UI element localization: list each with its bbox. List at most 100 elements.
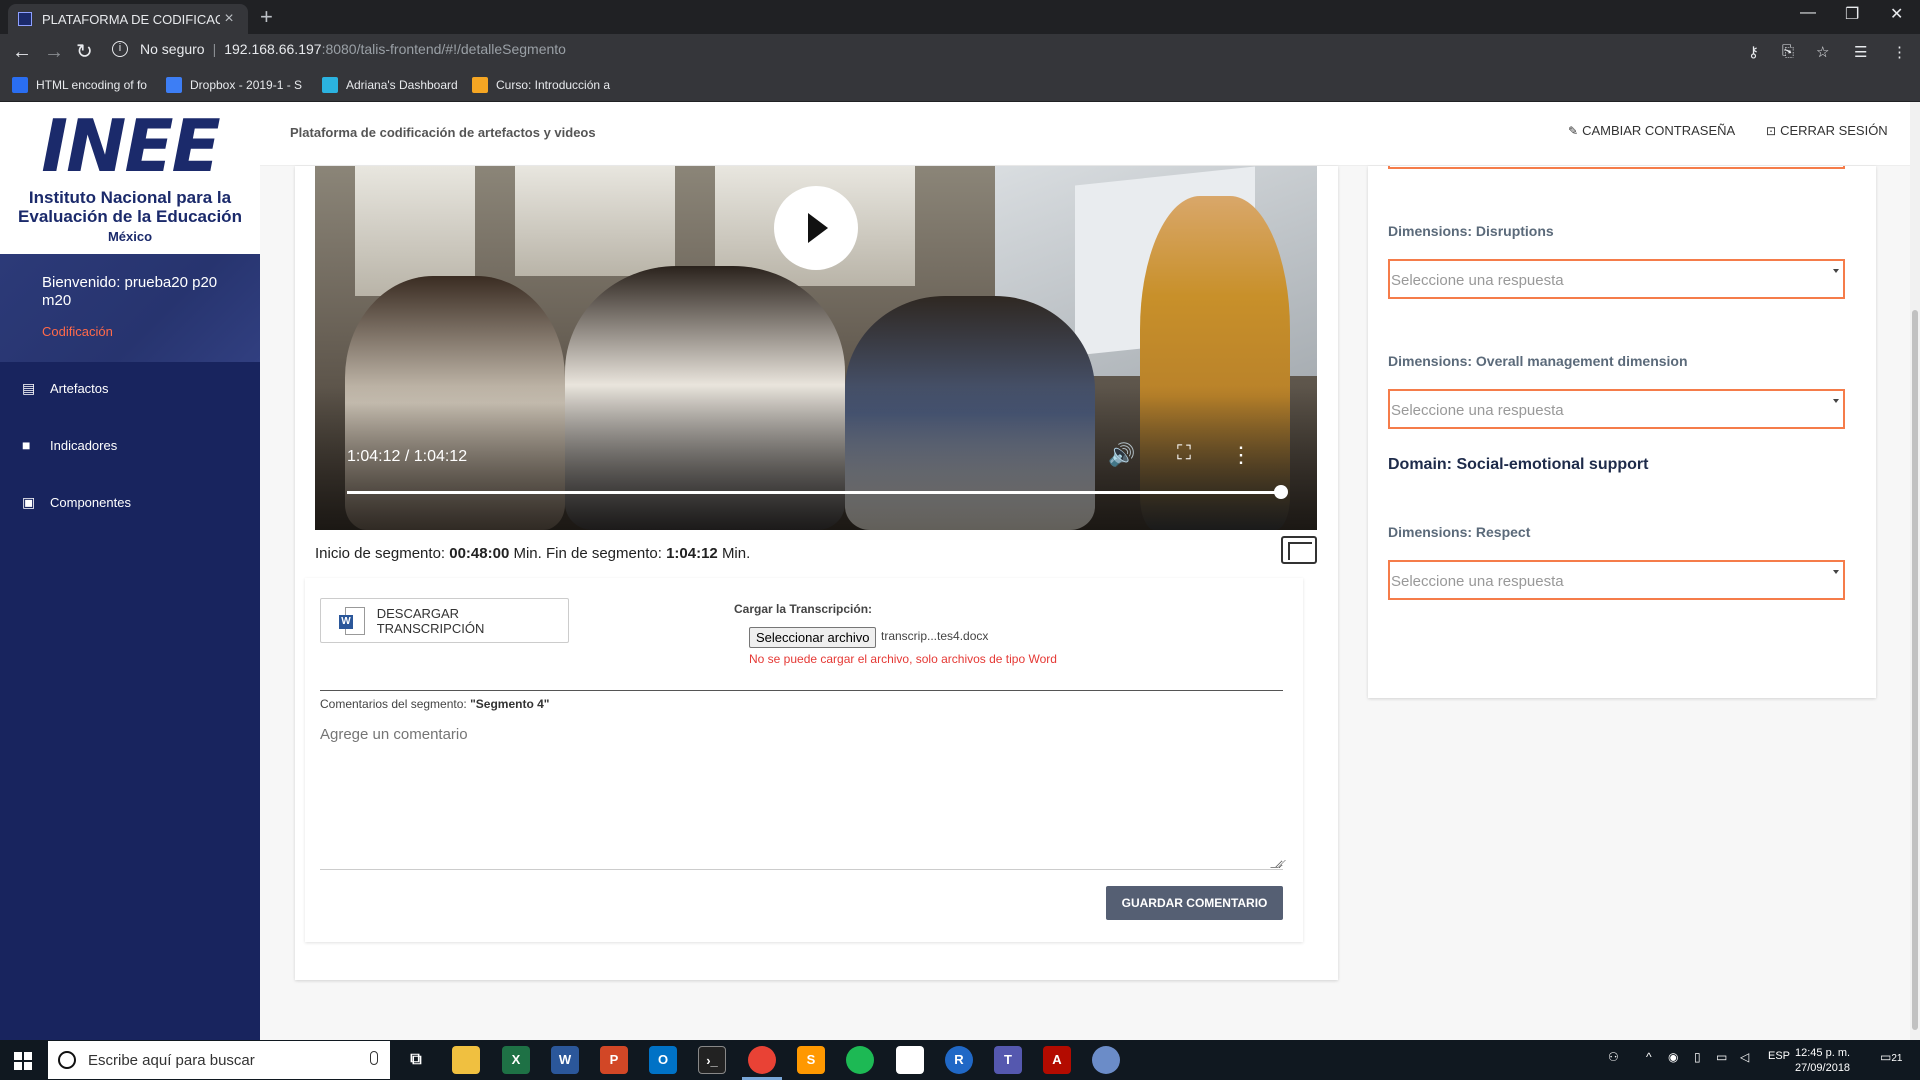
security-label: No seguro — [140, 41, 205, 57]
video-progress-bar[interactable] — [347, 491, 1280, 494]
forward-icon[interactable]: → — [44, 41, 64, 63]
course-icon — [472, 77, 488, 93]
taskbar-search[interactable]: Escribe aquí para buscar — [48, 1041, 390, 1079]
network-icon[interactable]: ▭ — [1716, 1050, 1727, 1064]
select-overall-management[interactable]: Seleccione una respuesta — [1388, 389, 1845, 429]
spotify-icon[interactable] — [846, 1046, 874, 1074]
sidebar-item-indicadores[interactable]: ■ Indicadores — [22, 437, 117, 453]
show-hidden-icons[interactable]: ^ — [1646, 1050, 1652, 1064]
powerpoint-icon[interactable]: P — [600, 1046, 628, 1074]
sticky-notes-icon[interactable] — [896, 1046, 924, 1074]
file-explorer-icon[interactable] — [452, 1046, 480, 1074]
more-options-icon[interactable]: ⋮ — [1230, 442, 1252, 468]
browser-tab[interactable]: PLATAFORMA DE CODIFICACIÓN × — [8, 4, 248, 34]
browser-tab-strip — [0, 0, 1920, 34]
translate-icon[interactable]: ⎘ — [1782, 43, 1794, 60]
select-respect[interactable]: Seleccione una respuesta — [1388, 560, 1845, 600]
inee-favicon-icon — [18, 12, 32, 26]
info-icon[interactable]: i — [112, 41, 128, 57]
logout-label: CERRAR SESIÓN — [1780, 123, 1888, 138]
speaker-icon[interactable]: ◁ — [1740, 1050, 1749, 1064]
choose-file-button[interactable]: Seleccionar archivo — [749, 627, 877, 648]
close-tab-icon[interactable]: × — [220, 10, 238, 28]
back-icon[interactable]: ← — [12, 41, 32, 63]
dropdown-caret-icon — [1833, 269, 1839, 273]
logout-link[interactable]: ⊡ CERRAR SESIÓN — [1766, 123, 1888, 138]
divider — [320, 690, 1283, 691]
sidebar-item-artefactos[interactable]: ▤ Artefactos — [22, 380, 109, 397]
segment-name: "Segmento 4" — [470, 697, 550, 711]
windows-start-icon[interactable] — [14, 1052, 32, 1070]
scrollbar-thumb[interactable] — [1912, 310, 1918, 1030]
notifications-icon[interactable]: ▭21 — [1880, 1050, 1902, 1064]
comments-label: Comentarios del segmento: "Segmento 4" — [320, 697, 550, 711]
word-document-icon: W — [339, 606, 365, 635]
segment-times: Inicio de segmento: 00:48:00 Min. Fin de… — [315, 545, 750, 562]
segment-start-value: 00:48:00 — [449, 545, 510, 562]
bookmark-dashboard[interactable]: Adriana's Dashboard — [322, 77, 458, 93]
bookmark-dropbox[interactable]: Dropbox - 2019-1 - S — [166, 77, 302, 93]
segment-end-label: Fin de segmento: — [545, 545, 662, 562]
reload-icon[interactable]: ↻ — [76, 41, 93, 63]
usb-icon[interactable]: ▯ — [1694, 1050, 1701, 1064]
task-view-icon[interactable]: ⧉ — [402, 1046, 430, 1074]
question-label-disruptions: Dimensions: Disruptions — [1388, 223, 1554, 239]
star-icon[interactable]: ☆ — [1816, 43, 1829, 61]
people-icon[interactable]: ⚇ — [1608, 1050, 1619, 1064]
welcome-user: Bienvenido: prueba20 p20 m20 — [42, 274, 218, 309]
bookmark-html-encoding[interactable]: HTML encoding of fo — [12, 77, 147, 93]
question-label-overall-management: Dimensions: Overall management dimension — [1388, 353, 1688, 369]
segment-min-2: Min. — [721, 545, 751, 562]
download-transcript-label: DESCARGAR TRANSCRIPCIÓN — [376, 605, 485, 636]
extension-icon[interactable]: ☰ — [1854, 43, 1867, 61]
separator: | — [212, 41, 217, 57]
logo-line-2: Evaluación de la Educación — [18, 207, 242, 226]
microphone-icon[interactable] — [370, 1051, 378, 1065]
r-icon[interactable]: R — [945, 1046, 973, 1074]
expand-icon[interactable] — [1281, 536, 1317, 564]
taskbar-clock[interactable]: 12:45 p. m. 27/09/2018 — [1795, 1046, 1850, 1076]
library-icon: ▣ — [22, 494, 36, 510]
fullscreen-icon[interactable]: ⛶ — [1177, 442, 1191, 465]
bookmark-label: Dropbox - 2019-1 - S — [190, 78, 303, 92]
new-tab-icon[interactable]: + — [260, 4, 273, 30]
word-icon[interactable]: W — [551, 1046, 579, 1074]
upload-error-message: No se puede cargar el archivo, solo arch… — [749, 652, 1057, 666]
select-disruptions[interactable]: Seleccione una respuesta — [1388, 259, 1845, 299]
clock-date: 27/09/2018 — [1795, 1062, 1851, 1074]
inee-logo[interactable]: INEE Instituto Nacional para la Evaluaci… — [0, 102, 260, 254]
minimize-icon[interactable]: — — [1800, 4, 1816, 22]
paint-icon[interactable] — [1092, 1046, 1120, 1074]
menu-kebab-icon[interactable]: ⋮ — [1892, 43, 1907, 61]
app-tray-icon[interactable]: ◉ — [1668, 1050, 1678, 1064]
language-indicator[interactable]: ESP — [1768, 1050, 1790, 1062]
document-icon: ▤ — [22, 380, 36, 396]
sidebar-item-componentes[interactable]: ▣ Componentes — [22, 494, 131, 511]
segment-start-label: Inicio de segmento: — [315, 545, 446, 562]
download-transcript-button[interactable]: W DESCARGAR TRANSCRIPCIÓN — [320, 598, 569, 643]
previous-select-bottom[interactable] — [1388, 166, 1845, 169]
bookmark-course[interactable]: Curso: Introducción a — [472, 77, 610, 93]
volume-icon[interactable]: 🔊 — [1108, 442, 1135, 468]
clock-time: 12:45 p. m. — [1795, 1047, 1851, 1059]
change-password-link[interactable]: ✎ CAMBIAR CONTRASEÑA — [1568, 123, 1735, 138]
sidebar-item-label: Indicadores — [50, 437, 118, 453]
acrobat-icon[interactable]: A — [1043, 1046, 1071, 1074]
chrome-icon[interactable] — [748, 1046, 776, 1074]
play-button[interactable] — [774, 186, 858, 270]
terminal-icon[interactable]: ›_ — [698, 1046, 726, 1074]
video-player[interactable]: 1:04:12 / 1:04:12 🔊 ⛶ ⋮ — [315, 166, 1317, 530]
save-comment-button[interactable]: GUARDAR COMENTARIO — [1106, 886, 1283, 920]
teams-icon[interactable]: T — [994, 1046, 1022, 1074]
excel-icon[interactable]: X — [502, 1046, 530, 1074]
sublime-icon[interactable]: S — [797, 1046, 825, 1074]
segment-end-value: 1:04:12 — [666, 545, 718, 562]
outlook-icon[interactable]: O — [649, 1046, 677, 1074]
address-bar[interactable]: i No seguro | 192.168.66.197 :8080/talis… — [112, 41, 566, 57]
video-progress-handle[interactable] — [1274, 485, 1288, 499]
comment-textarea[interactable] — [320, 722, 1283, 870]
key-icon[interactable]: ⚷ — [1748, 43, 1759, 61]
close-window-icon[interactable]: ✕ — [1890, 4, 1903, 24]
question-label-respect: Dimensions: Respect — [1388, 524, 1531, 540]
restore-icon[interactable]: ❐ — [1845, 4, 1859, 24]
